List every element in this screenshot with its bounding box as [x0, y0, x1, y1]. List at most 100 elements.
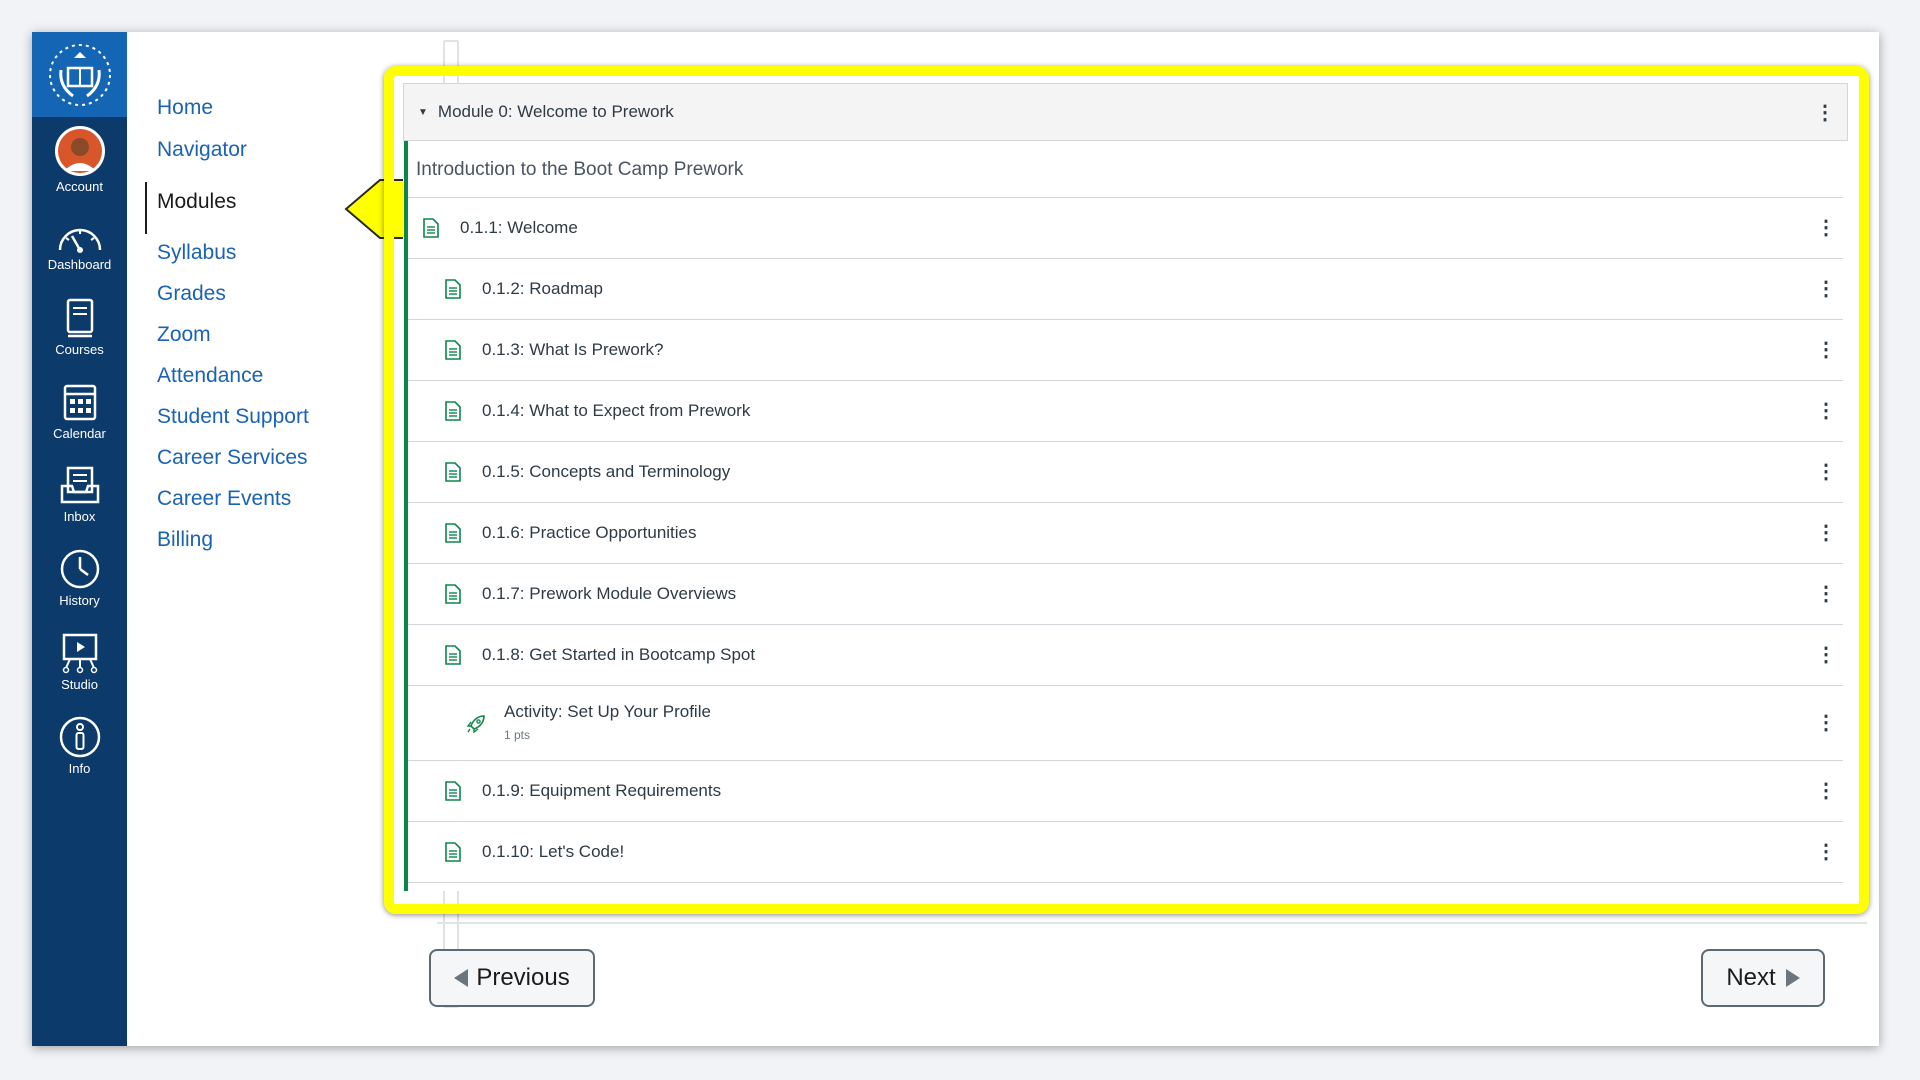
nav-label: Dashboard — [47, 257, 112, 272]
module-item-title[interactable]: 0.1.10: Let's Code! — [482, 842, 624, 862]
module-item-title[interactable]: 0.1.8: Get Started in Bootcamp Spot — [482, 645, 755, 665]
rocket-assignment-icon — [466, 715, 485, 734]
nav-history[interactable]: History — [32, 548, 127, 608]
page-icon — [445, 523, 461, 543]
page-icon — [445, 401, 461, 421]
module-item[interactable]: 0.1.10: Let's Code! ⋮ — [408, 822, 1843, 883]
school-logo[interactable] — [32, 32, 127, 117]
item-options-icon[interactable]: ⋮ — [1816, 462, 1836, 482]
nav-studio[interactable]: Studio — [32, 632, 127, 692]
previous-label: Previous — [476, 964, 570, 991]
app-frame: Account Dashboard Courses Calendar Inbox… — [32, 32, 1879, 1046]
inbox-icon — [60, 466, 99, 504]
history-icon — [60, 549, 99, 589]
nav-account[interactable]: Account — [32, 126, 127, 194]
collapse-caret-icon[interactable]: ▼ — [418, 107, 428, 118]
module-item[interactable]: 0.1.9: Equipment Requirements ⋮ — [408, 761, 1843, 822]
module-item[interactable]: 0.1.6: Practice Opportunities ⋮ — [408, 503, 1843, 564]
module-item[interactable]: 0.1.8: Get Started in Bootcamp Spot ⋮ — [408, 625, 1843, 686]
page-icon — [445, 462, 461, 482]
active-indicator — [145, 182, 147, 234]
module-item[interactable]: 0.1.3: What Is Prework? ⋮ — [408, 320, 1843, 381]
next-button[interactable]: Next — [1701, 949, 1825, 1007]
studio-icon — [62, 633, 97, 674]
item-options-icon[interactable]: ⋮ — [1816, 218, 1836, 238]
item-options-icon[interactable]: ⋮ — [1816, 781, 1836, 801]
module-item[interactable]: 0.1.5: Concepts and Terminology ⋮ — [408, 442, 1843, 503]
page-icon — [445, 842, 461, 862]
nav-calendar[interactable]: Calendar — [32, 381, 127, 441]
module-item[interactable]: 0.1.2: Roadmap ⋮ — [408, 259, 1843, 320]
arrow-left-icon — [454, 969, 469, 987]
course-nav-grades[interactable]: Grades — [157, 282, 226, 306]
page-icon — [445, 340, 461, 360]
module-item-title[interactable]: 0.1.3: What Is Prework? — [482, 340, 663, 360]
nav-label: History — [59, 593, 100, 608]
module-item-title[interactable]: 0.1.4: What to Expect from Prework — [482, 401, 750, 421]
item-options-icon[interactable]: ⋮ — [1816, 584, 1836, 604]
nav-label: Calendar — [53, 426, 106, 441]
modules-panel: ▼ Module 0: Welcome to Prework ⋮ Introdu… — [403, 83, 1848, 891]
courses-icon — [66, 298, 93, 338]
item-options-icon[interactable]: ⋮ — [1816, 340, 1836, 360]
module-item-title[interactable]: 0.1.1: Welcome — [460, 218, 578, 238]
module-item-title[interactable]: 0.1.7: Prework Module Overviews — [482, 584, 736, 604]
nav-inbox[interactable]: Inbox — [32, 464, 127, 524]
module-item-title[interactable]: Activity: Set Up Your Profile — [504, 702, 711, 722]
item-options-icon[interactable]: ⋮ — [1816, 842, 1836, 862]
module-options-icon[interactable]: ⋮ — [1815, 103, 1835, 123]
nav-info[interactable]: Info — [32, 716, 127, 776]
course-nav-zoom[interactable]: Zoom — [157, 323, 211, 347]
page-icon — [445, 279, 461, 299]
item-options-icon[interactable]: ⋮ — [1816, 279, 1836, 299]
account-avatar — [54, 126, 105, 176]
item-options-icon[interactable]: ⋮ — [1816, 645, 1836, 665]
course-nav-career-services[interactable]: Career Services — [157, 446, 308, 470]
course-nav-home[interactable]: Home — [157, 96, 213, 120]
module-item-title[interactable]: 0.1.5: Concepts and Terminology — [482, 462, 730, 482]
module-item-title[interactable]: 0.1.6: Practice Opportunities — [482, 523, 697, 543]
item-points: 1 pts — [504, 728, 531, 742]
item-options-icon[interactable]: ⋮ — [1816, 523, 1836, 543]
page-icon — [445, 645, 461, 665]
nav-label: Inbox — [63, 509, 96, 524]
subheader-text: Introduction to the Boot Camp Prework — [416, 159, 744, 180]
nav-label: Info — [68, 761, 91, 776]
nav-label: Courses — [55, 342, 104, 357]
module-item-title[interactable]: 0.1.9: Equipment Requirements — [482, 781, 721, 801]
info-icon — [59, 716, 100, 758]
dashboard-icon — [58, 228, 101, 253]
module-item[interactable]: 0.1.7: Prework Module Overviews ⋮ — [408, 564, 1843, 625]
previous-button[interactable]: Previous — [429, 949, 595, 1007]
course-nav-student-support[interactable]: Student Support — [157, 405, 309, 429]
course-nav-attendance[interactable]: Attendance — [157, 364, 263, 388]
nav-courses[interactable]: Courses — [32, 297, 127, 357]
course-nav-billing[interactable]: Billing — [157, 528, 213, 552]
footer-divider — [437, 922, 1867, 924]
module-header[interactable]: ▼ Module 0: Welcome to Prework ⋮ — [403, 83, 1848, 141]
nav-label: Studio — [61, 677, 98, 692]
next-label: Next — [1726, 964, 1776, 991]
course-nav: Home Navigator Modules Syllabus Grades Z… — [127, 32, 459, 1046]
arrow-right-icon — [1785, 969, 1800, 987]
module-item[interactable]: 0.1.1: Welcome ⋮ — [408, 198, 1843, 259]
nav-label: Account — [56, 179, 103, 194]
laurel-book-logo-icon — [48, 43, 111, 106]
course-nav-syllabus[interactable]: Syllabus — [157, 241, 236, 265]
item-options-icon[interactable]: ⋮ — [1816, 713, 1836, 733]
module-subheader: Introduction to the Boot Camp Prework — [408, 141, 1843, 198]
global-nav: Account Dashboard Courses Calendar Inbox… — [32, 32, 127, 1046]
nav-dashboard[interactable]: Dashboard — [32, 218, 127, 272]
course-nav-navigator[interactable]: Navigator — [157, 138, 247, 162]
item-options-icon[interactable]: ⋮ — [1816, 401, 1836, 421]
module-item-title[interactable]: 0.1.2: Roadmap — [482, 279, 603, 299]
module-item[interactable]: Activity: Set Up Your Profile 1 pts ⋮ — [408, 686, 1843, 761]
module-title: Module 0: Welcome to Prework — [437, 102, 674, 121]
course-nav-career-events[interactable]: Career Events — [157, 487, 291, 511]
page-icon — [445, 781, 461, 801]
course-nav-modules[interactable]: Modules — [157, 190, 236, 214]
calendar-icon — [63, 384, 96, 421]
module-item[interactable]: 0.1.4: What to Expect from Prework ⋮ — [408, 381, 1843, 442]
page-icon — [423, 218, 439, 238]
page-icon — [445, 584, 461, 604]
